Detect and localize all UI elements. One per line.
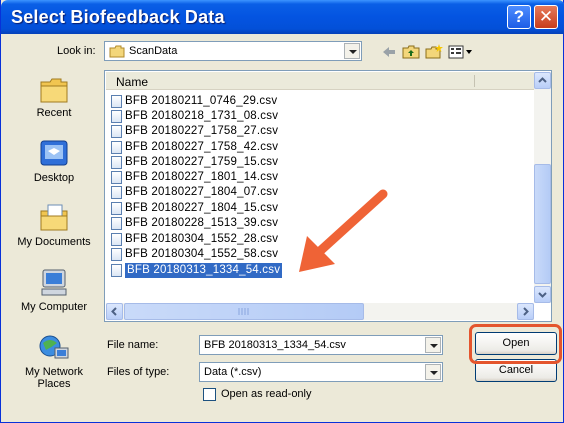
csv-file-icon <box>111 110 122 123</box>
file-row-label: BFB 20180304_1552_28.csv <box>125 233 279 245</box>
chevron-down-icon[interactable] <box>344 43 360 59</box>
file-row-label: BFB 20180227_1804_07.csv <box>125 186 279 198</box>
csv-file-icon <box>111 95 122 108</box>
places-desktop-label: Desktop <box>33 172 75 184</box>
close-button[interactable]: ✕ <box>534 5 558 29</box>
places-network-label: My Network Places <box>24 366 84 390</box>
my-documents-icon <box>40 204 68 231</box>
file-row[interactable]: BFB 20180227_1804_07.csv <box>111 185 278 200</box>
horizontal-scrollbar[interactable] <box>106 303 534 320</box>
file-name-input[interactable]: BFB 20180313_1334_54.csv <box>199 335 443 355</box>
file-row-label: BFB 20180227_1758_42.csv <box>125 141 279 153</box>
views-menu-icon[interactable] <box>448 44 474 60</box>
file-row-selected[interactable]: BFB 20180313_1334_54.csv <box>111 263 283 278</box>
h-scroll-thumb[interactable] <box>124 303 364 320</box>
csv-file-icon <box>111 248 122 261</box>
folder-icon <box>109 45 125 58</box>
desktop-icon <box>40 140 68 166</box>
file-row-label: BFB 20180227_1801_14.csv <box>125 171 279 183</box>
look-in-value: ScanData <box>129 45 178 57</box>
look-in-label: Look in: <box>57 45 96 57</box>
chevron-left-icon <box>111 307 117 316</box>
column-header-name[interactable]: Name <box>106 72 534 90</box>
open-button-highlight <box>469 324 562 364</box>
file-row[interactable]: BFB 20180227_1758_42.csv <box>111 140 278 155</box>
chevron-right-icon <box>523 307 529 316</box>
file-row-label: BFB 20180313_1334_54.csv <box>125 263 283 278</box>
file-row[interactable]: BFB 20180227_1801_14.csv <box>111 170 278 185</box>
column-separator[interactable] <box>474 75 475 87</box>
annotation-arrow-icon <box>299 189 388 272</box>
help-button[interactable]: ? <box>507 5 531 29</box>
file-type-label: Files of type: <box>107 366 170 378</box>
places-recent[interactable]: Recent <box>10 76 98 119</box>
csv-file-icon <box>111 202 122 215</box>
dialog-window: Select Biofeedback Data ? ✕ Look in: Sca… <box>0 0 564 423</box>
file-row[interactable]: BFB 20180228_1513_39.csv <box>111 216 278 231</box>
csv-file-icon <box>111 141 122 154</box>
file-row[interactable]: BFB 20180218_1731_08.csv <box>111 109 278 124</box>
csv-file-icon <box>111 217 122 230</box>
chevron-down-icon[interactable] <box>425 337 441 353</box>
file-name-value: BFB 20180313_1334_54.csv <box>204 339 346 351</box>
places-recent-label: Recent <box>36 107 72 119</box>
column-name-label: Name <box>116 75 149 89</box>
file-row[interactable]: BFB 20180211_0746_29.csv <box>111 94 277 109</box>
look-in-dropdown[interactable]: ScanData <box>104 41 362 61</box>
file-row-label: BFB 20180211_0746_29.csv <box>125 95 278 107</box>
file-row[interactable]: BFB 20180304_1552_28.csv <box>111 232 278 247</box>
file-row[interactable]: BFB 20180304_1552_58.csv <box>111 247 278 262</box>
chevron-down-icon <box>538 292 547 298</box>
places-network[interactable]: My Network Places <box>10 333 98 390</box>
places-my-documents[interactable]: My Documents <box>10 203 98 248</box>
title-bar[interactable]: Select Biofeedback Data ? ✕ <box>1 0 564 34</box>
file-row-label: BFB 20180227_1758_27.csv <box>125 125 279 137</box>
file-row[interactable]: BFB 20180227_1758_27.csv <box>111 124 278 139</box>
file-row[interactable]: BFB 20180227_1804_15.csv <box>111 201 278 216</box>
file-row-label: BFB 20180228_1513_39.csv <box>125 217 279 229</box>
scroll-right-button[interactable] <box>517 303 534 320</box>
places-my-documents-label: My Documents <box>17 236 91 248</box>
file-type-value: Data (*.csv) <box>204 366 262 378</box>
read-only-checkbox[interactable] <box>203 388 216 401</box>
places-my-computer-label: My Computer <box>20 301 88 313</box>
scroll-down-button[interactable] <box>534 286 551 303</box>
csv-file-icon <box>111 264 122 277</box>
recent-folder-icon <box>40 78 68 103</box>
scroll-left-button[interactable] <box>106 303 123 320</box>
csv-file-icon <box>111 125 122 138</box>
scroll-up-button[interactable] <box>534 72 551 89</box>
chevron-down-icon[interactable] <box>425 364 441 380</box>
new-folder-icon[interactable] <box>425 44 443 60</box>
network-places-icon <box>39 335 69 359</box>
places-my-computer[interactable]: My Computer <box>10 268 98 313</box>
read-only-label: Open as read-only <box>221 388 312 400</box>
vertical-scrollbar[interactable] <box>534 72 551 303</box>
file-row-label: BFB 20180304_1552_58.csv <box>125 248 279 260</box>
my-computer-icon <box>41 269 67 296</box>
file-type-dropdown[interactable]: Data (*.csv) <box>199 362 443 382</box>
csv-file-icon <box>111 171 122 184</box>
file-row-label: BFB 20180227_1804_15.csv <box>125 202 279 214</box>
file-row[interactable]: BFB 20180227_1759_15.csv <box>111 155 278 170</box>
chevron-up-icon <box>538 77 547 83</box>
file-row-label: BFB 20180227_1759_15.csv <box>125 156 279 168</box>
csv-file-icon <box>111 156 122 169</box>
csv-file-icon <box>111 233 122 246</box>
dialog-title: Select Biofeedback Data <box>11 7 225 27</box>
places-desktop[interactable]: Desktop <box>10 139 98 184</box>
up-folder-icon[interactable] <box>402 44 420 60</box>
file-name-label: File name: <box>107 339 159 351</box>
grip-icon <box>238 308 249 315</box>
scroll-thumb[interactable] <box>534 164 551 284</box>
file-row-label: BFB 20180218_1731_08.csv <box>125 110 279 122</box>
back-arrow-icon[interactable] <box>381 44 397 60</box>
csv-file-icon <box>111 186 122 199</box>
